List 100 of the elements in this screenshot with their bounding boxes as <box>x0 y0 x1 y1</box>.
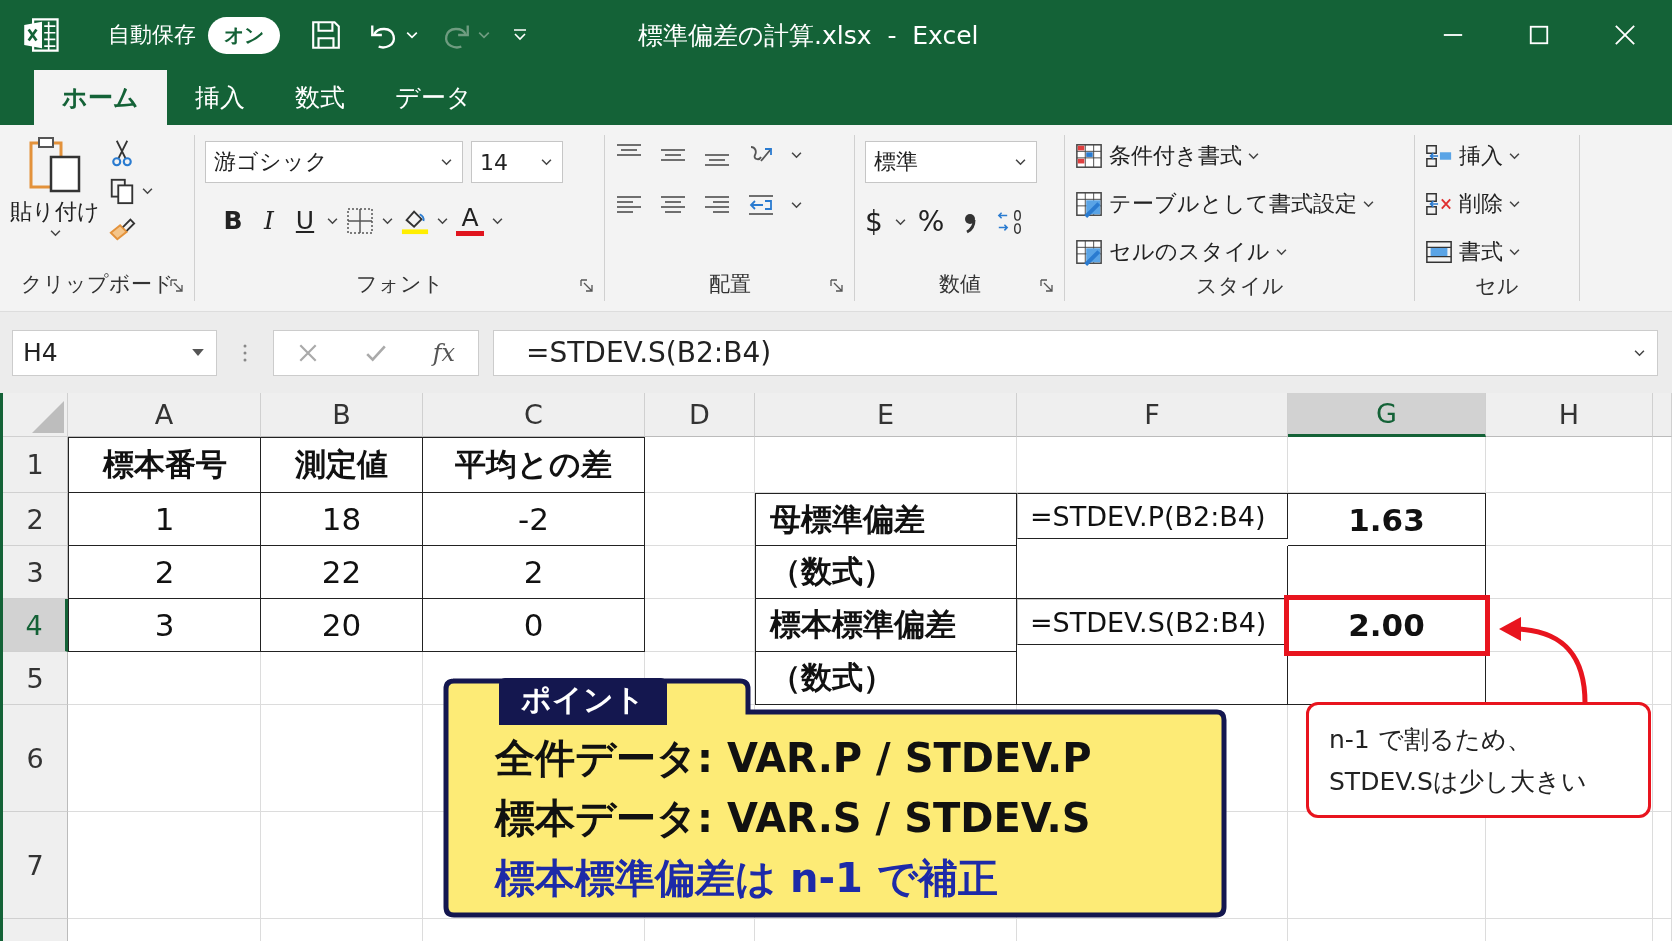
row-header[interactable]: 7 <box>3 812 68 919</box>
dialog-launcher-icon[interactable] <box>1040 279 1054 293</box>
caret-icon[interactable] <box>492 216 503 225</box>
font-size-dropdown[interactable]: 14 <box>471 141 563 183</box>
caret-icon <box>478 31 490 39</box>
paste-icon <box>27 135 83 195</box>
caret-icon <box>1509 152 1520 160</box>
number-format-dropdown[interactable]: 標準 <box>865 141 1037 183</box>
note-tab-label: ポイント <box>499 678 667 725</box>
caret-icon <box>441 158 452 166</box>
table-cell: 平均との差 <box>423 437 645 493</box>
percent-button[interactable]: % <box>917 205 945 238</box>
table-style-icon <box>1075 142 1103 170</box>
style-menu-button[interactable]: テーブルとして書式設定 <box>1075 185 1404 223</box>
borders-icon[interactable] <box>346 206 374 235</box>
row-header[interactable]: 3 <box>3 546 68 599</box>
table-cell: 18 <box>261 493 423 546</box>
table-cell: 測定値 <box>261 437 423 493</box>
ribbon-tab[interactable]: ホーム <box>34 70 167 125</box>
column-header[interactable]: F <box>1017 393 1288 437</box>
font-color-button[interactable]: A <box>456 205 484 236</box>
table-cell: 3 <box>68 599 261 652</box>
column-header[interactable]: H <box>1486 393 1653 437</box>
formula-field[interactable]: =STDEV.S(B2:B4) <box>493 329 1658 376</box>
table-cell: （数式） <box>755 652 1017 705</box>
note-text: 標本データ: VAR.S / STDEV.S <box>495 794 1092 843</box>
row-header[interactable]: 4 <box>3 599 68 652</box>
underline-button[interactable]: U <box>291 206 319 235</box>
caret-icon[interactable] <box>791 151 802 159</box>
grip-icon <box>243 343 247 362</box>
caret-icon <box>1276 248 1287 256</box>
ribbon-tab[interactable]: 挿入 <box>173 70 267 125</box>
empty-cell <box>1653 599 1672 652</box>
caret-icon <box>1248 152 1259 160</box>
table-cell: 2 <box>68 546 261 599</box>
row-header[interactable]: 2 <box>3 493 68 546</box>
table-cell: 20 <box>261 599 423 652</box>
italic-button[interactable]: I <box>255 206 283 235</box>
cells-menu-button[interactable]: 書式 <box>1425 233 1569 271</box>
insert-function-button[interactable]: fx <box>432 338 456 367</box>
caret-icon <box>541 158 552 166</box>
column-header[interactable]: C <box>423 393 645 437</box>
insert-cells-icon <box>1425 142 1453 170</box>
copy-icon[interactable] <box>108 177 136 205</box>
table-cell: 母標準偏差 <box>755 493 1017 546</box>
table-cell: 1.63 <box>1288 493 1486 546</box>
row-header[interactable]: 6 <box>3 705 68 812</box>
table-cell: 0 <box>423 599 645 652</box>
caret-icon[interactable] <box>382 216 393 225</box>
ribbon-tab[interactable]: データ <box>373 70 494 125</box>
save-icon[interactable] <box>310 19 342 51</box>
dialog-launcher-icon[interactable] <box>170 279 184 293</box>
customize-icon[interactable] <box>512 28 528 42</box>
group-label: クリップボード <box>20 271 174 298</box>
table-cell: 標本番号 <box>68 437 261 493</box>
column-header[interactable]: B <box>261 393 423 437</box>
caret-icon[interactable] <box>894 217 906 226</box>
column-header[interactable]: E <box>755 393 1017 437</box>
column-header[interactable]: D <box>645 393 755 437</box>
ribbon-tab[interactable]: 数式 <box>273 70 367 125</box>
callout-text: n-1 で割るため、 <box>1329 724 1533 756</box>
caret-icon[interactable] <box>791 201 802 209</box>
table-cell: 22 <box>261 546 423 599</box>
font-name-dropdown[interactable]: 游ゴシック <box>205 141 463 183</box>
row-header[interactable]: 1 <box>3 437 68 493</box>
dialog-launcher-icon[interactable] <box>830 279 844 293</box>
column-header[interactable]: G <box>1288 393 1486 437</box>
caret-icon[interactable] <box>142 187 153 195</box>
close-icon[interactable] <box>1614 24 1636 46</box>
caret-icon <box>192 349 204 356</box>
caret-icon[interactable] <box>437 216 448 225</box>
group-label: スタイル <box>1195 273 1284 300</box>
style-menu-button[interactable]: 条件付き書式 <box>1075 137 1404 175</box>
name-box[interactable]: H4 <box>12 329 217 376</box>
column-header[interactable]: A <box>68 393 261 437</box>
note-text: 全件データ: VAR.P / STDEV.P <box>495 734 1093 783</box>
autosave-toggle[interactable]: オン <box>208 16 280 54</box>
table-style-icon <box>1075 238 1103 266</box>
cells-menu-button[interactable]: 挿入 <box>1425 137 1569 175</box>
maximize-icon[interactable] <box>1528 24 1550 46</box>
cells-menu-button[interactable]: 削除 <box>1425 185 1569 223</box>
excel-logo-icon <box>22 15 62 55</box>
empty-cell <box>1653 493 1672 546</box>
table-cell: =STDEV.P(B2:B4) <box>1017 493 1288 539</box>
caret-icon <box>1509 200 1520 208</box>
paste-button[interactable]: 貼り付け <box>10 135 100 267</box>
table-cell: 2 <box>423 546 645 599</box>
group-label: 配置 <box>708 271 751 298</box>
caret-icon <box>1015 158 1026 166</box>
currency-button[interactable]: $ <box>865 205 883 238</box>
expand-icon[interactable] <box>1634 348 1645 357</box>
empty-cell <box>1653 546 1672 599</box>
format-painter-icon[interactable] <box>108 215 136 243</box>
table-cell: -2 <box>423 493 645 546</box>
caret-icon[interactable] <box>327 216 338 225</box>
dialog-launcher-icon[interactable] <box>580 279 594 293</box>
row-header[interactable]: 5 <box>3 652 68 705</box>
style-menu-button[interactable]: セルのスタイル <box>1075 233 1404 271</box>
bold-button[interactable]: B <box>219 206 247 235</box>
window-title: 標準偏差の計算.xlsx - Excel <box>638 19 979 52</box>
